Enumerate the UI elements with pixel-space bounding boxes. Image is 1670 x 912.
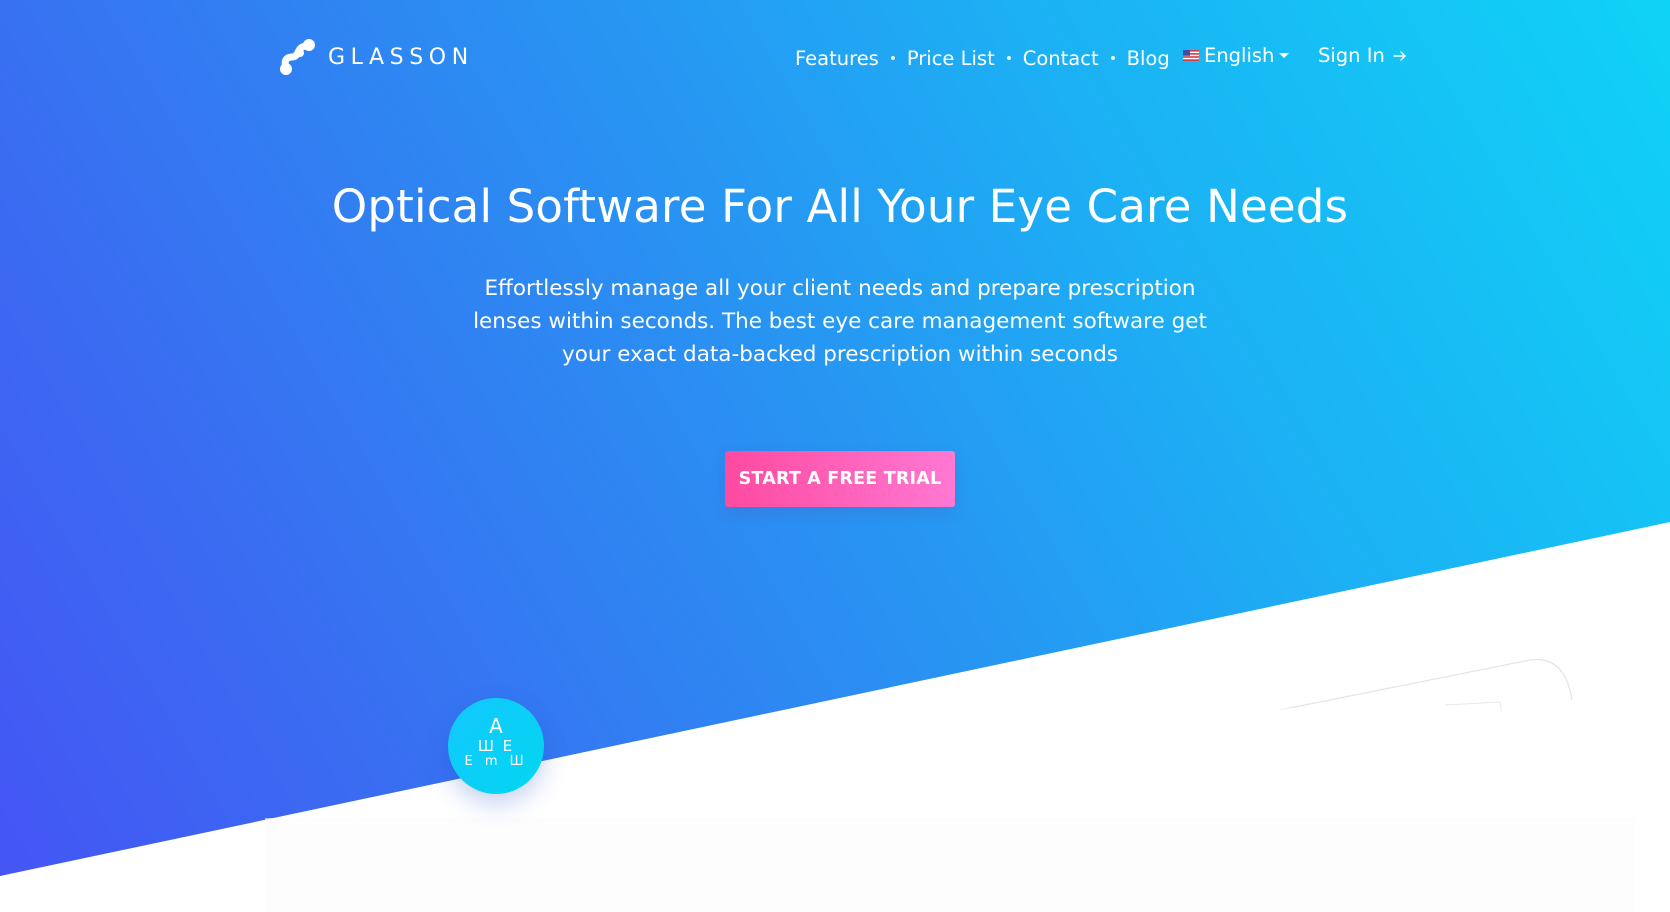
language-label: English	[1204, 44, 1275, 67]
nav-separator-dot	[890, 56, 895, 60]
eye-chart-badge: A Ш E E m Ш	[448, 698, 544, 794]
hero-subtitle: Effortlessly manage all your client need…	[473, 276, 1207, 367]
start-free-trial-button[interactable]: START A FREE TRIAL	[725, 451, 955, 507]
nav-item-price-list[interactable]: Price List	[907, 47, 995, 70]
eye-chart-line-3: E m Ш	[464, 754, 528, 769]
molecule-s-icon	[280, 39, 315, 75]
us-flag-icon	[1183, 50, 1199, 61]
nav-item-features[interactable]: Features	[795, 47, 879, 70]
nav-item-blog[interactable]: Blog	[1127, 47, 1170, 70]
language-selector[interactable]: English	[1183, 44, 1290, 67]
main-nav: Features Price List Contact Blog	[795, 43, 1170, 73]
eye-chart-line-1: A	[489, 714, 503, 738]
eye-chart-line-2: Ш E	[477, 737, 515, 755]
nav-item-contact[interactable]: Contact	[1023, 47, 1099, 70]
chevron-down-icon	[1279, 53, 1290, 58]
sign-in-label: Sign In	[1318, 44, 1385, 67]
brand-logo-link[interactable]: GLASSON	[278, 37, 474, 77]
sign-in-link[interactable]: Sign In	[1318, 44, 1407, 67]
brand-name: GLASSON	[328, 44, 474, 70]
arrow-right-icon	[1393, 50, 1406, 61]
nav-separator-dot	[1006, 56, 1011, 60]
nav-separator-dot	[1110, 56, 1115, 60]
landing-page: GLASSON Features Price List Contact Blog…	[0, 0, 1670, 912]
hero-title: Optical Software For All Your Eye Care N…	[331, 180, 1349, 233]
site-header: GLASSON Features Price List Contact Blog…	[0, 0, 1670, 116]
